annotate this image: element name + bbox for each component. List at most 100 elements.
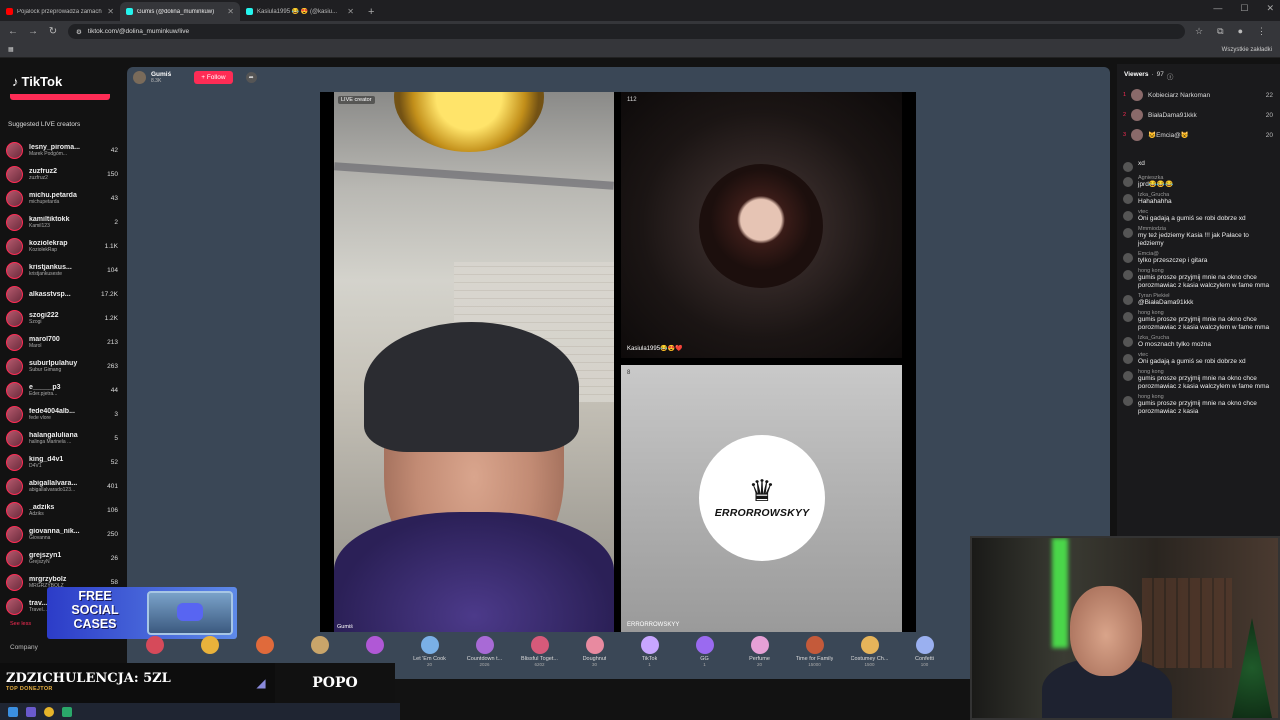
new-tab-button[interactable]: +: [360, 6, 382, 21]
url-field[interactable]: ⚙ tiktok.com/@dolina_muminkuw/live: [68, 24, 1186, 39]
chat-avatar[interactable]: [1123, 312, 1133, 322]
host-name[interactable]: Gumiś: [151, 71, 171, 78]
top-viewer-row[interactable]: 1 Kobieciarz Narkoman 22: [1123, 85, 1273, 105]
close-tab-icon[interactable]: ✕: [107, 7, 114, 16]
chrome-icon[interactable]: [44, 706, 54, 717]
maximize-icon[interactable]: ☐: [1240, 3, 1248, 14]
browser-tab-3[interactable]: Kasiula1995 😂 😍 (@kasiu... ✕: [240, 2, 360, 21]
guest-video-kasiula[interactable]: 112 Kasiula1995😂😍❤️: [621, 92, 902, 358]
see-less-link[interactable]: See less: [10, 621, 31, 627]
gift-item[interactable]: Perfume 20: [732, 633, 787, 679]
suggested-creator-item[interactable]: marol700 Marol 213: [6, 330, 118, 354]
chat-message: vtec Oni gadają a gumiś se robi dobrze xd: [1123, 209, 1273, 223]
suggested-creator-item[interactable]: zuzfruz2 zuzfruz2 150: [6, 162, 118, 186]
chat-avatar[interactable]: [1123, 396, 1133, 406]
close-tab-icon[interactable]: ✕: [227, 7, 234, 16]
gift-item[interactable]: TikTok 1: [622, 633, 677, 679]
suggested-creator-item[interactable]: kamiltiktokk Kamil123 2: [6, 210, 118, 234]
bookmark-star-icon[interactable]: ☆: [1195, 26, 1203, 37]
suggested-creator-item[interactable]: kristjankus... kristjankuseste 104: [6, 258, 118, 282]
gift-item[interactable]: Confetti 100: [897, 633, 952, 679]
chat-avatar[interactable]: [1123, 211, 1133, 221]
viewer-count: 52: [110, 458, 118, 466]
app-icon[interactable]: [26, 706, 36, 717]
chat-avatar[interactable]: [1123, 228, 1133, 238]
close-window-icon[interactable]: ✕: [1266, 3, 1274, 14]
site-info-icon[interactable]: ⚙: [76, 28, 82, 36]
chat-avatar[interactable]: [1123, 337, 1133, 347]
chat-text: @BiałaDama91kkk: [1138, 299, 1194, 306]
chat-avatar[interactable]: [1123, 295, 1133, 305]
extensions-icon[interactable]: ⧉: [1217, 26, 1223, 37]
host-avatar[interactable]: [133, 71, 146, 84]
top-viewer-row[interactable]: 2 BiałaDama91kkk 20: [1123, 105, 1273, 125]
suggested-creator-item[interactable]: alkasstvsp... 17.2K: [6, 282, 118, 306]
gift-item[interactable]: Doughnut 30: [567, 633, 622, 679]
suggested-creator-item[interactable]: suburlpulahuy Subur Gimang 263: [6, 354, 118, 378]
suggested-creator-item[interactable]: halangaluliana halinga Marinela ... 5: [6, 426, 118, 450]
chat-avatar[interactable]: [1123, 270, 1133, 280]
reload-icon[interactable]: ↻: [48, 26, 58, 37]
all-bookmarks-link[interactable]: Wszystkie zakładki: [1222, 47, 1272, 53]
chat-message: vtec Oni gadają a gumiś se robi dobrze xd: [1123, 352, 1273, 366]
suggested-creator-item[interactable]: _adziks Adziks 106: [6, 498, 118, 522]
apps-grid-icon[interactable]: ▦: [8, 46, 14, 53]
gift-item[interactable]: GG 1: [677, 633, 732, 679]
viewer-count: 150: [107, 170, 118, 178]
suggested-creator-item[interactable]: grejszyn1 GrejszyN 26: [6, 546, 118, 570]
creator-subname: Adziks: [29, 510, 44, 517]
top-viewer-row[interactable]: 3 😺Emcia@😺 20: [1123, 125, 1273, 145]
suggested-creator-item[interactable]: fede4004alb... fede vlore 3: [6, 402, 118, 426]
suggested-creator-item[interactable]: e_____p3 Eder.pjetra... 44: [6, 378, 118, 402]
minimize-icon[interactable]: —: [1213, 3, 1222, 14]
chat-message: hong kong gumis prosze przyjmij mnie na o…: [1123, 369, 1273, 391]
gift-item[interactable]: Costumey Ch... 1500: [842, 633, 897, 679]
creator-names: kamiltiktokk Kamil123: [29, 216, 110, 229]
chat-avatar[interactable]: [1123, 253, 1133, 263]
suggested-creator-item[interactable]: abigallalvara... abigallalvarado123... 401: [6, 474, 118, 498]
free-social-cases-promo[interactable]: FREE SOCIAL CASES: [47, 587, 237, 639]
browser-tab-1[interactable]: Pojalock przeprowadza zamach ✕: [0, 2, 120, 21]
host-video[interactable]: LIVE creator Gumiś: [334, 92, 614, 632]
gift-item[interactable]: Time for Family 15000: [787, 633, 842, 679]
chat-avatar[interactable]: [1123, 354, 1133, 364]
creator-name: kristjankus...: [29, 263, 72, 271]
suggested-creator-item[interactable]: michu.petarda michupetarda 43: [6, 186, 118, 210]
forward-icon[interactable]: →: [28, 26, 38, 37]
tab-title: Kasiula1995 😂 😍 (@kasiu...: [257, 9, 338, 15]
chat-avatar[interactable]: [1123, 177, 1133, 187]
profile-icon[interactable]: ●: [1238, 26, 1243, 37]
gift-price: 20: [756, 662, 762, 667]
info-icon[interactable]: ⓘ: [1167, 71, 1174, 81]
gift-price: 2026: [479, 662, 490, 667]
suggested-creator-item[interactable]: king_d4v1 D4V1 52: [6, 450, 118, 474]
menu-icon[interactable]: ⋮: [1257, 26, 1266, 37]
browser-tab-2[interactable]: Gumiś (@dolina_muminkuw) ✕: [120, 2, 240, 21]
follow-button[interactable]: + Follow: [194, 71, 233, 84]
creator-names: alkasstvsp...: [29, 291, 97, 298]
guest-video-errorrowskyy[interactable]: 8 ♛ ERRORROWSKYY ERRORROWSKYY: [621, 365, 902, 632]
suggested-creator-item[interactable]: lesny_piroma... Marek Podgóm... 42: [6, 138, 118, 162]
windows-start-icon[interactable]: [8, 706, 18, 717]
suggested-creator-item[interactable]: koziolekrap KoziolekRap 1.1K: [6, 234, 118, 258]
tab-title: Gumiś (@dolina_muminkuw): [137, 8, 215, 15]
back-icon[interactable]: ←: [8, 26, 18, 37]
suggested-creator-item[interactable]: szogi222 Szogi 1.2K: [6, 306, 118, 330]
close-tab-icon[interactable]: ✕: [347, 7, 354, 16]
tiktok-note-icon: ♪: [12, 74, 19, 89]
viewer-count: 250: [107, 530, 118, 538]
suggested-creator-item[interactable]: giovanna_nik... Giovanna 250: [6, 522, 118, 546]
share-icon[interactable]: ➦: [245, 72, 257, 83]
gift-item[interactable]: Let 'Em Cook 20: [402, 633, 457, 679]
app-icon[interactable]: [62, 706, 72, 717]
go-live-button[interactable]: [10, 94, 110, 100]
gift-item[interactable]: Blissful Toget... 6202: [512, 633, 567, 679]
chat-avatar[interactable]: [1123, 194, 1133, 204]
chat-avatar[interactable]: [1123, 162, 1133, 172]
chat-avatar[interactable]: [1123, 371, 1133, 381]
tiktok-logo[interactable]: ♪ TikTok: [12, 74, 62, 89]
chat-body: xd: [1138, 160, 1145, 172]
company-link[interactable]: Company: [10, 644, 38, 651]
gift-item[interactable]: Countdown t... 2026: [457, 633, 512, 679]
creator-names: grejszyn1 GrejszyN: [29, 552, 107, 565]
